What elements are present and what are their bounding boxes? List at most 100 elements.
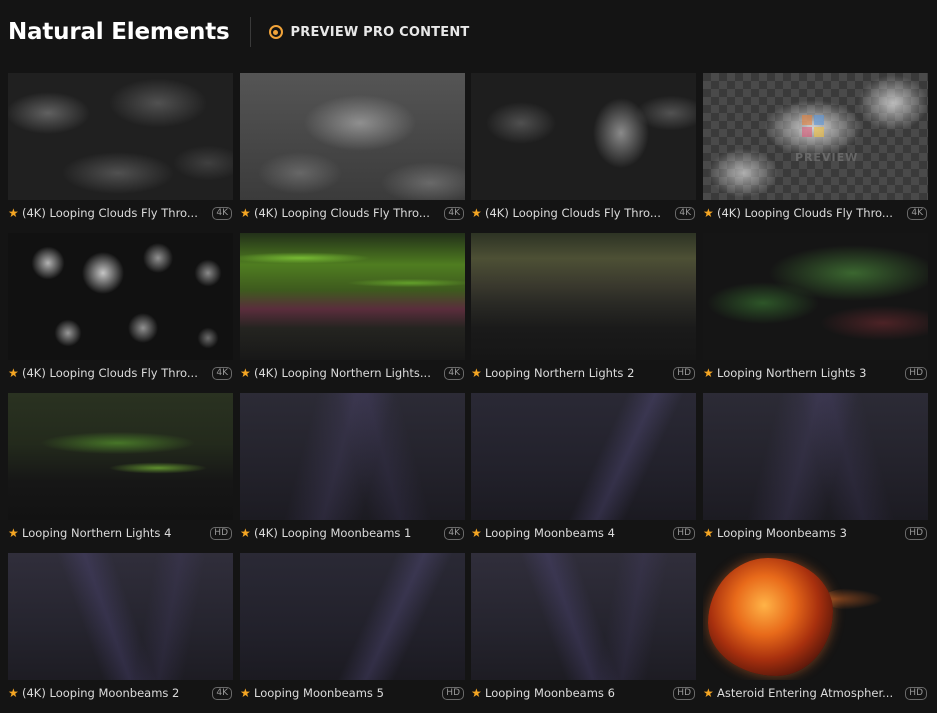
card-caption: ★ Looping Northern Lights 2 HD [471, 364, 696, 382]
media-card[interactable]: ★ (4K) Looping Clouds Fly Thro... 4K [8, 233, 233, 393]
star-icon: ★ [703, 366, 714, 380]
card-title[interactable]: Looping Northern Lights 3 [717, 366, 905, 380]
card-caption: ★ (4K) Looping Clouds Fly Thro... 4K [703, 204, 928, 222]
thumbnail[interactable] [240, 553, 465, 680]
resolution-badge: HD [905, 526, 927, 540]
media-card[interactable]: ★ (4K) Looping Moonbeams 1 4K [240, 393, 465, 553]
card-caption: ★ Looping Moonbeams 3 HD [703, 524, 928, 542]
star-icon: ★ [8, 366, 19, 380]
thumbnail[interactable] [703, 393, 928, 520]
resolution-badge: 4K [675, 206, 695, 220]
media-card[interactable]: ★ (4K) Looping Clouds Fly Thro... 4K [240, 73, 465, 233]
card-title[interactable]: Looping Moonbeams 4 [485, 526, 673, 540]
star-icon: ★ [471, 526, 482, 540]
asteroid-image [708, 558, 833, 676]
media-card[interactable]: ★ Looping Northern Lights 2 HD [471, 233, 696, 393]
card-caption: ★ (4K) Looping Moonbeams 1 4K [240, 524, 465, 542]
thumbnail[interactable] [8, 233, 233, 360]
resolution-badge: 4K [907, 206, 927, 220]
card-title[interactable]: (4K) Looping Moonbeams 2 [22, 686, 212, 700]
thumbnail[interactable] [471, 393, 696, 520]
resolution-badge: HD [210, 526, 232, 540]
card-caption: ★ (4K) Looping Moonbeams 2 4K [8, 684, 233, 702]
card-caption: ★ Looping Northern Lights 3 HD [703, 364, 928, 382]
preview-pro-content-label: PREVIEW PRO CONTENT [290, 24, 470, 40]
card-title[interactable]: (4K) Looping Clouds Fly Thro... [485, 206, 675, 220]
media-card[interactable]: ★ Looping Moonbeams 6 HD [471, 553, 696, 713]
thumbnail[interactable] [703, 233, 928, 360]
star-icon: ★ [703, 686, 714, 700]
card-caption: ★ (4K) Looping Clouds Fly Thro... 4K [240, 204, 465, 222]
resolution-badge: 4K [444, 206, 464, 220]
thumbnail[interactable] [240, 73, 465, 200]
resolution-badge: HD [673, 526, 695, 540]
radio-selected-icon[interactable] [268, 25, 283, 39]
thumbnail[interactable] [8, 73, 233, 200]
star-icon: ★ [703, 206, 714, 220]
card-caption: ★ Looping Moonbeams 5 HD [240, 684, 465, 702]
thumbnail[interactable] [8, 553, 233, 680]
star-icon: ★ [703, 526, 714, 540]
thumbnail[interactable] [471, 73, 696, 200]
watermark-text: PREVIEW [795, 151, 859, 164]
card-title[interactable]: (4K) Looping Clouds Fly Thro... [22, 366, 212, 380]
thumbnail[interactable] [471, 553, 696, 680]
card-title[interactable]: (4K) Looping Clouds Fly Thro... [254, 206, 444, 220]
card-caption: ★ (4K) Looping Clouds Fly Thro... 4K [471, 204, 696, 222]
card-title[interactable]: Looping Moonbeams 3 [717, 526, 905, 540]
star-icon: ★ [240, 206, 251, 220]
star-icon: ★ [240, 686, 251, 700]
star-icon: ★ [8, 686, 19, 700]
star-icon: ★ [471, 366, 482, 380]
card-title[interactable]: (4K) Looping Moonbeams 1 [254, 526, 444, 540]
page-title: Natural Elements [8, 19, 230, 45]
star-icon: ★ [240, 366, 251, 380]
thumbnail[interactable] [8, 393, 233, 520]
media-card[interactable]: ★ Looping Moonbeams 4 HD [471, 393, 696, 553]
resolution-badge: 4K [212, 366, 232, 380]
card-title[interactable]: Looping Moonbeams 6 [485, 686, 673, 700]
card-caption: ★ Asteroid Entering Atmospher... HD [703, 684, 928, 702]
thumbnail[interactable] [240, 393, 465, 520]
card-caption: ★ (4K) Looping Clouds Fly Thro... 4K [8, 204, 233, 222]
star-icon: ★ [8, 206, 19, 220]
resolution-badge: HD [442, 686, 464, 700]
media-card[interactable]: ★ (4K) Looping Moonbeams 2 4K [8, 553, 233, 713]
media-card[interactable]: ★ (4K) Looping Clouds Fly Thro... 4K [471, 73, 696, 233]
star-icon: ★ [471, 686, 482, 700]
card-title[interactable]: Looping Moonbeams 5 [254, 686, 442, 700]
card-title[interactable]: (4K) Looping Clouds Fly Thro... [22, 206, 212, 220]
preview-pro-content-toggle[interactable]: PREVIEW PRO CONTENT [268, 24, 470, 40]
card-caption: ★ Looping Moonbeams 4 HD [471, 524, 696, 542]
card-title[interactable]: Asteroid Entering Atmospher... [717, 686, 905, 700]
card-caption: ★ Looping Moonbeams 6 HD [471, 684, 696, 702]
resolution-badge: HD [905, 366, 927, 380]
resolution-badge: 4K [444, 366, 464, 380]
media-card[interactable]: ★ Looping Northern Lights 3 HD [703, 233, 928, 393]
star-icon: ★ [471, 206, 482, 220]
media-card[interactable]: ★ Asteroid Entering Atmospher... HD [703, 553, 928, 713]
card-title[interactable]: (4K) Looping Clouds Fly Thro... [717, 206, 907, 220]
header-divider [249, 17, 251, 47]
media-card[interactable]: ★ Looping Moonbeams 5 HD [240, 553, 465, 713]
resolution-badge: 4K [212, 206, 232, 220]
card-title[interactable]: Looping Northern Lights 4 [22, 526, 210, 540]
resolution-badge: 4K [444, 526, 464, 540]
thumbnail[interactable]: PREVIEW [703, 73, 928, 200]
card-title[interactable]: Looping Northern Lights 2 [485, 366, 673, 380]
card-caption: ★ (4K) Looping Clouds Fly Thro... 4K [8, 364, 233, 382]
media-card[interactable]: PREVIEW ★ (4K) Looping Clouds Fly Thro..… [703, 73, 928, 233]
media-card[interactable]: ★ Looping Northern Lights 4 HD [8, 393, 233, 553]
resolution-badge: HD [673, 366, 695, 380]
star-icon: ★ [240, 526, 251, 540]
media-card[interactable]: ★ Looping Moonbeams 3 HD [703, 393, 928, 553]
thumbnail[interactable] [703, 553, 928, 680]
watermark-logo-icon [802, 115, 824, 137]
card-caption: ★ Looping Northern Lights 4 HD [8, 524, 233, 542]
thumbnail[interactable] [471, 233, 696, 360]
media-card[interactable]: ★ (4K) Looping Clouds Fly Thro... 4K [8, 73, 233, 233]
thumbnail[interactable] [240, 233, 465, 360]
page-header: Natural Elements PREVIEW PRO CONTENT [8, 14, 469, 50]
card-title[interactable]: (4K) Looping Northern Lights... [254, 366, 444, 380]
media-card[interactable]: ★ (4K) Looping Northern Lights... 4K [240, 233, 465, 393]
